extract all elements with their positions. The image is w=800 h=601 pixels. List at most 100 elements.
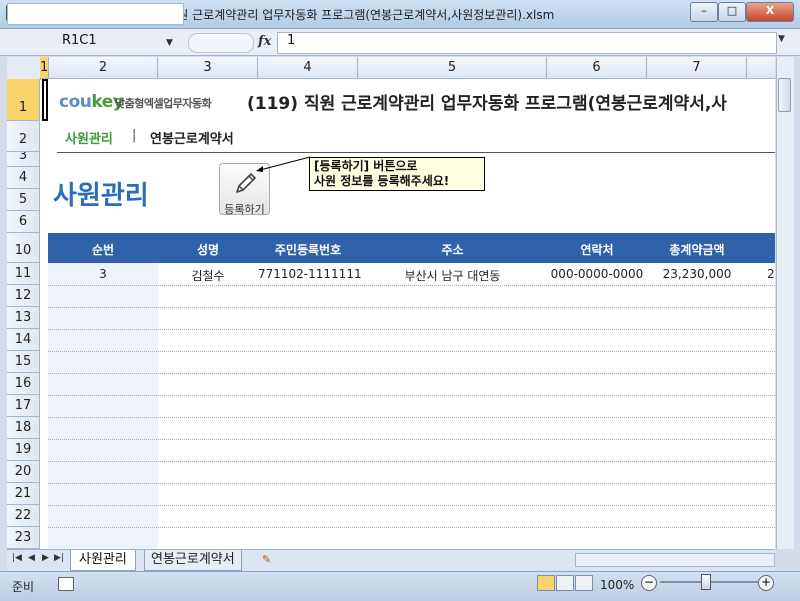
row-divider bbox=[48, 505, 775, 506]
register-button-label: 등록하기 bbox=[224, 203, 265, 216]
callout-line-1: [등록하기] 버튼으로 bbox=[314, 159, 418, 173]
table-cell[interactable]: 김철수 bbox=[158, 267, 258, 284]
row-header[interactable]: 23 bbox=[7, 527, 40, 549]
section-title: 사원관리 bbox=[53, 181, 149, 211]
column-header[interactable]: 2 bbox=[49, 57, 158, 79]
program-title: (119) 직원 근로계약관리 업무자동화 프로그램(연봉근로계약서,사 bbox=[247, 94, 727, 114]
row-header[interactable]: 5 bbox=[7, 189, 40, 211]
row-header[interactable]: 13 bbox=[7, 307, 40, 329]
formula-expand-icon[interactable]: ▼ bbox=[778, 34, 785, 44]
row-header[interactable]: 16 bbox=[7, 373, 40, 395]
page-layout-view-icon[interactable] bbox=[556, 575, 574, 591]
register-callout-note: [등록하기] 버튼으로 사원 정보를 등록해주세요! bbox=[309, 157, 485, 191]
name-box[interactable] bbox=[7, 3, 184, 25]
zoom-out-button[interactable]: − bbox=[641, 575, 657, 591]
logo-subtitle: 맞춤형엑셀업무자동화 bbox=[115, 97, 212, 110]
first-sheet-icon[interactable]: |◀ bbox=[12, 553, 22, 563]
tab-salary-contract[interactable]: 연봉근로계약서 bbox=[144, 550, 242, 571]
row-header[interactable]: 3 bbox=[7, 152, 40, 167]
normal-view-icon[interactable] bbox=[537, 575, 555, 591]
row-header[interactable]: 1 bbox=[7, 79, 40, 121]
callout-line-2: 사원 정보를 등록해주세요! bbox=[314, 174, 450, 188]
row-header[interactable]: 14 bbox=[7, 329, 40, 351]
name-box-dropdown-icon[interactable]: ▼ bbox=[166, 38, 173, 48]
row-divider bbox=[48, 307, 775, 308]
row-divider bbox=[48, 395, 775, 396]
sequence-column-band bbox=[48, 263, 158, 549]
name-box-value: R1C1 bbox=[62, 33, 97, 48]
row-divider bbox=[48, 417, 775, 418]
macro-record-icon[interactable] bbox=[58, 577, 74, 591]
row-header[interactable]: 2 bbox=[7, 121, 40, 152]
status-bar bbox=[0, 571, 800, 601]
row-header[interactable]: 4 bbox=[7, 167, 40, 189]
row-divider bbox=[48, 461, 775, 462]
logo-cou-text: cou bbox=[59, 92, 92, 112]
vertical-scroll-thumb[interactable] bbox=[778, 78, 791, 112]
last-sheet-icon[interactable]: ▶| bbox=[54, 553, 64, 563]
worksheet[interactable]: 1 2 3 4 5 6 7 1 2 3 4 5 6 10 11 12 13 14… bbox=[7, 57, 775, 549]
row-header[interactable]: 11 bbox=[7, 263, 40, 285]
table-cell[interactable]: 771102-1111111 bbox=[258, 267, 362, 281]
row-header[interactable]: 12 bbox=[7, 285, 40, 307]
zoom-slider-thumb[interactable] bbox=[701, 574, 711, 590]
row-divider bbox=[48, 285, 775, 286]
formula-input[interactable] bbox=[277, 32, 777, 54]
row-divider bbox=[48, 373, 775, 374]
prev-sheet-icon[interactable]: ◀ bbox=[28, 553, 35, 563]
nav-separator: | bbox=[132, 128, 137, 143]
row-header[interactable]: 19 bbox=[7, 439, 40, 461]
minimize-button[interactable]: – bbox=[690, 2, 718, 22]
page-break-view-icon[interactable] bbox=[575, 575, 593, 591]
formula-value: 1 bbox=[287, 33, 296, 48]
row-header[interactable]: 21 bbox=[7, 483, 40, 505]
column-contact-header: 연락처 bbox=[580, 243, 614, 257]
table-cell[interactable]: 000-0000-0000 bbox=[547, 267, 647, 281]
next-sheet-icon[interactable]: ▶ bbox=[42, 553, 49, 563]
row-header[interactable]: 15 bbox=[7, 351, 40, 373]
row-divider bbox=[48, 483, 775, 484]
row-header[interactable]: 17 bbox=[7, 395, 40, 417]
column-sequence-header: 순번 bbox=[91, 243, 115, 257]
row-divider bbox=[48, 329, 775, 330]
column-header[interactable]: 1 bbox=[40, 57, 49, 79]
nav-salary-contract[interactable]: 연봉근로계약서 bbox=[150, 128, 234, 147]
restore-button[interactable]: □ bbox=[718, 2, 746, 22]
row-divider bbox=[48, 439, 775, 440]
row-header[interactable]: 18 bbox=[7, 417, 40, 439]
row-divider bbox=[48, 527, 775, 528]
column-name-header: 성명 bbox=[196, 243, 220, 257]
column-header[interactable] bbox=[747, 57, 775, 79]
row-header[interactable]: 6 bbox=[7, 211, 40, 233]
select-all-corner[interactable] bbox=[7, 57, 41, 80]
zoom-in-button[interactable]: + bbox=[758, 575, 774, 591]
column-resident-number-header: 주민등록번호 bbox=[274, 243, 342, 257]
close-button[interactable]: X bbox=[746, 2, 794, 22]
table-cell[interactable]: 2 bbox=[767, 267, 775, 281]
nav-employee-management[interactable]: 사원관리 bbox=[65, 128, 113, 147]
vertical-scrollbar[interactable] bbox=[776, 57, 794, 549]
column-header[interactable]: 7 bbox=[647, 57, 747, 79]
column-header[interactable]: 3 bbox=[158, 57, 258, 79]
insert-function-icon[interactable]: fx bbox=[258, 34, 271, 49]
status-ready: 준비 bbox=[12, 580, 35, 594]
nav-divider bbox=[57, 152, 775, 153]
column-header[interactable]: 5 bbox=[358, 57, 547, 79]
row-header[interactable]: 22 bbox=[7, 505, 40, 527]
column-header[interactable]: 4 bbox=[258, 57, 358, 79]
column-address-header: 주소 bbox=[441, 243, 464, 257]
horizontal-scrollbar[interactable] bbox=[575, 553, 775, 567]
row-header[interactable]: 10 bbox=[7, 233, 40, 263]
zoom-level[interactable]: 100% bbox=[600, 578, 634, 592]
table-cell[interactable]: 23,230,000 bbox=[647, 267, 747, 281]
table-cell[interactable]: 3 bbox=[48, 267, 158, 281]
row-header[interactable]: 20 bbox=[7, 461, 40, 483]
tab-employee-management[interactable]: 사원관리 bbox=[70, 550, 136, 571]
insert-sheet-icon[interactable]: ✎ bbox=[262, 553, 278, 566]
column-header[interactable]: 6 bbox=[547, 57, 647, 79]
active-cell[interactable] bbox=[42, 79, 48, 121]
coukey-logo: coukey bbox=[59, 92, 124, 112]
table-cell[interactable]: 부산시 남구 대연동 bbox=[358, 267, 547, 284]
formula-cancel-confirm-area[interactable] bbox=[188, 33, 254, 53]
row-divider bbox=[48, 351, 775, 352]
